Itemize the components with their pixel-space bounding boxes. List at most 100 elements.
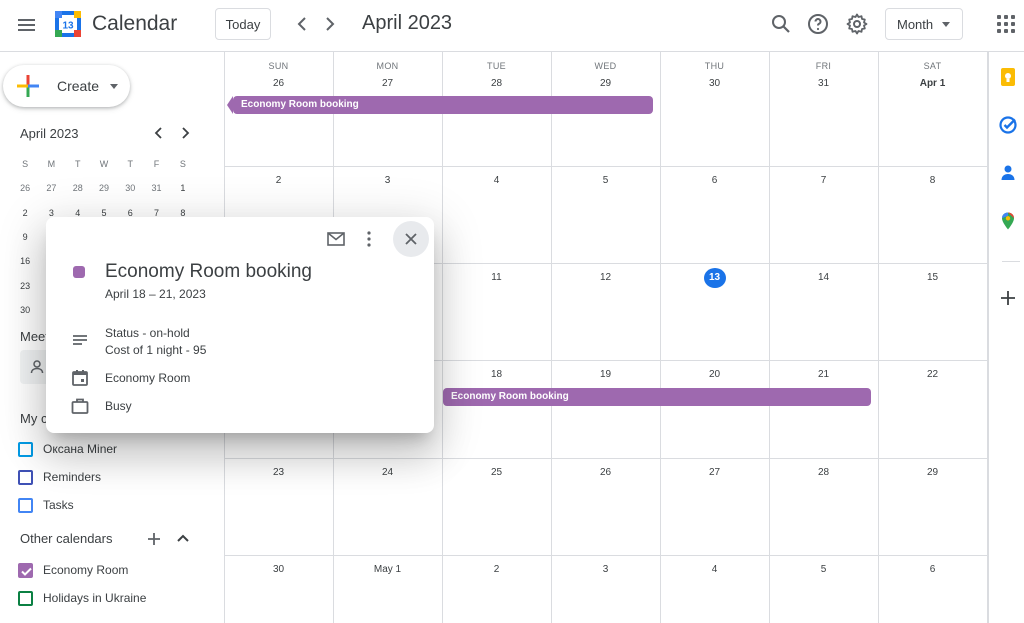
day-cell[interactable]: 27	[660, 462, 769, 484]
checkbox[interactable]	[18, 562, 33, 578]
day-cell[interactable]: 7	[769, 170, 878, 192]
day-cell[interactable]: 4	[442, 170, 551, 192]
day-number[interactable]: 23	[268, 462, 290, 484]
day-cell[interactable]: 29	[878, 462, 987, 484]
mini-next-icon[interactable]	[176, 124, 194, 142]
day-number[interactable]: 19	[595, 364, 617, 386]
maps-icon[interactable]	[998, 211, 1018, 231]
my-calendars-label[interactable]: My c	[20, 411, 47, 426]
day-cell[interactable]: 22	[878, 364, 987, 386]
day-cell[interactable]: 6	[878, 559, 987, 581]
day-cell[interactable]: 5	[769, 559, 878, 581]
day-cell[interactable]: MON 27	[333, 52, 442, 95]
calendar-item[interactable]: Tasks	[18, 495, 74, 515]
settings-icon[interactable]	[845, 12, 869, 36]
checkbox[interactable]	[18, 441, 33, 457]
day-number[interactable]: 22	[922, 364, 944, 386]
day-number[interactable]: 30	[704, 73, 726, 95]
day-number[interactable]: 26	[268, 73, 290, 95]
day-number[interactable]: Apr 1	[920, 73, 946, 95]
mini-day[interactable]: 23	[12, 281, 38, 291]
mini-day[interactable]: 16	[12, 256, 38, 266]
day-cell[interactable]: 13	[660, 267, 769, 288]
day-cell[interactable]: 24	[333, 462, 442, 484]
day-number[interactable]: 4	[704, 559, 726, 581]
day-number[interactable]: 28	[486, 73, 508, 95]
prev-icon[interactable]	[290, 12, 314, 36]
mini-day[interactable]: 31	[143, 183, 169, 193]
mini-day[interactable]: 27	[38, 183, 64, 193]
day-cell[interactable]: 3	[551, 559, 660, 581]
day-cell[interactable]: 15	[878, 267, 987, 289]
day-cell[interactable]: 4	[660, 559, 769, 581]
day-number[interactable]: 4	[486, 170, 508, 192]
mini-day[interactable]: 28	[65, 183, 91, 193]
menu-icon[interactable]	[14, 12, 40, 38]
day-cell[interactable]: TUE 28	[442, 52, 551, 95]
day-number[interactable]: 15	[922, 267, 944, 289]
day-number[interactable]: 29	[922, 462, 944, 484]
day-number[interactable]: 20	[704, 364, 726, 386]
day-number[interactable]: 7	[813, 170, 835, 192]
event-chip[interactable]: Economy Room booking	[443, 388, 871, 406]
day-cell[interactable]: 18	[442, 364, 551, 386]
add-icon[interactable]	[145, 530, 163, 548]
day-cell[interactable]: 25	[442, 462, 551, 484]
day-cell[interactable]: WED 29	[551, 52, 660, 95]
day-cell[interactable]: 14	[769, 267, 878, 289]
calendar-item[interactable]: Holidays in Ukraine	[18, 588, 146, 608]
day-cell[interactable]: FRI 31	[769, 52, 878, 95]
day-cell[interactable]: 2	[224, 170, 333, 192]
day-number[interactable]: 18	[486, 364, 508, 386]
day-cell[interactable]: May 1	[333, 559, 442, 581]
calendar-item[interactable]: Economy Room	[18, 560, 128, 580]
day-number[interactable]: 3	[595, 559, 617, 581]
today-button[interactable]: Today	[215, 8, 271, 40]
day-number[interactable]: 6	[922, 559, 944, 581]
mini-day[interactable]: 1	[170, 183, 196, 193]
mini-day[interactable]: 30	[12, 305, 38, 315]
day-number[interactable]: 27	[704, 462, 726, 484]
day-cell[interactable]: 6	[660, 170, 769, 192]
day-cell[interactable]: THU 30	[660, 52, 769, 95]
day-cell[interactable]: SAT Apr 1	[878, 52, 987, 95]
day-number[interactable]: 5	[595, 170, 617, 192]
calendar-item[interactable]: Оксана Miner	[18, 439, 117, 459]
contacts-icon[interactable]	[998, 163, 1018, 183]
day-cell[interactable]: 12	[551, 267, 660, 289]
day-cell[interactable]: 26	[551, 462, 660, 484]
more-options-icon[interactable]	[362, 229, 376, 249]
day-number[interactable]: 21	[813, 364, 835, 386]
keep-icon[interactable]	[998, 67, 1018, 87]
day-number[interactable]: 26	[595, 462, 617, 484]
help-icon[interactable]	[806, 12, 830, 36]
day-cell[interactable]: 19	[551, 364, 660, 386]
calendar-item[interactable]: Reminders	[18, 467, 101, 487]
checkbox[interactable]	[18, 469, 33, 485]
day-number[interactable]: 25	[486, 462, 508, 484]
add-icon[interactable]	[998, 288, 1018, 308]
day-number[interactable]: May 1	[374, 559, 401, 581]
day-cell[interactable]: 8	[878, 170, 987, 192]
day-number[interactable]: 24	[377, 462, 399, 484]
mini-day[interactable]: 2	[12, 208, 38, 218]
today-marker[interactable]: 13	[703, 268, 726, 288]
day-number[interactable]: 8	[922, 170, 944, 192]
day-cell[interactable]: 30	[224, 559, 333, 581]
day-cell[interactable]: 21	[769, 364, 878, 386]
mini-prev-icon[interactable]	[150, 124, 168, 142]
day-number[interactable]: 14	[813, 267, 835, 289]
view-select[interactable]: Month	[885, 8, 963, 40]
mini-day[interactable]: 30	[117, 183, 143, 193]
day-number[interactable]: 31	[813, 73, 835, 95]
day-number[interactable]: 3	[377, 170, 399, 192]
day-cell[interactable]: SUN 26	[224, 52, 333, 95]
day-number[interactable]: 30	[268, 559, 290, 581]
day-number[interactable]: 2	[268, 170, 290, 192]
day-number[interactable]: 11	[486, 267, 508, 289]
email-icon[interactable]	[326, 231, 346, 247]
day-number[interactable]: 5	[813, 559, 835, 581]
day-number[interactable]: 6	[704, 170, 726, 192]
close-button[interactable]	[393, 221, 429, 257]
day-cell[interactable]: 2	[442, 559, 551, 581]
